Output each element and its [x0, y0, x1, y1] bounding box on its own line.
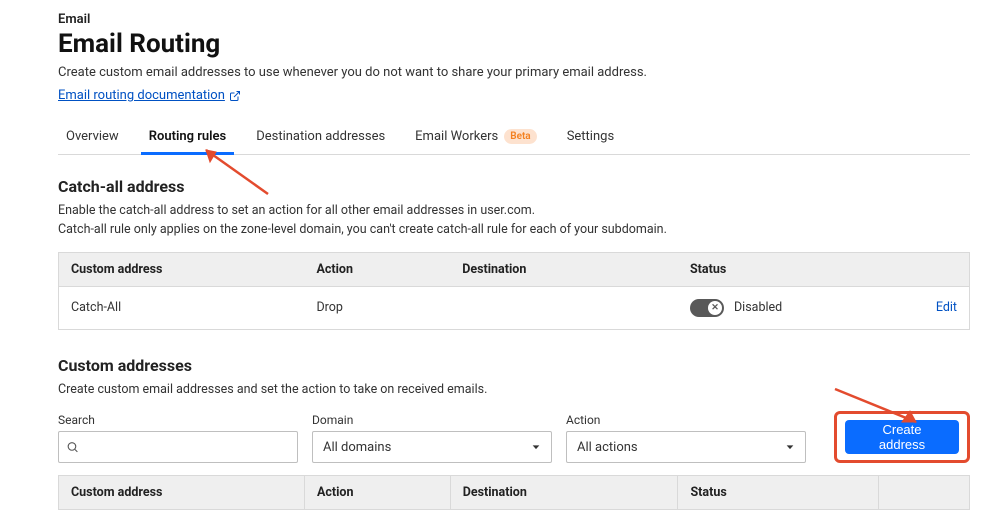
external-link-icon — [229, 90, 241, 102]
cell-destination — [450, 286, 678, 329]
create-highlight: Create address — [834, 411, 970, 463]
page-title: Email Routing — [58, 29, 970, 59]
catch-all-heading: Catch-all address — [58, 177, 970, 196]
doc-link-label: Email routing documentation — [58, 88, 225, 103]
breadcrumb: Email — [58, 12, 970, 27]
th-actions — [878, 252, 969, 286]
chevron-down-icon — [785, 442, 795, 452]
th-actions — [878, 476, 969, 510]
status-label: Disabled — [734, 300, 782, 315]
domain-select[interactable]: All domains — [312, 431, 552, 463]
cell-action: Drop — [304, 286, 450, 329]
search-input[interactable] — [58, 431, 298, 463]
close-icon: ✕ — [708, 301, 722, 315]
chevron-down-icon — [531, 442, 541, 452]
cell-address: Catch-All — [59, 286, 305, 329]
th-status: Status — [678, 476, 878, 510]
th-action: Action — [304, 476, 450, 510]
custom-addresses-table: Custom address Action Destination Status — [58, 475, 970, 510]
tab-email-workers[interactable]: Email Workers Beta — [413, 121, 539, 154]
tab-settings[interactable]: Settings — [565, 121, 616, 154]
search-label: Search — [58, 413, 298, 427]
create-address-button[interactable]: Create address — [845, 420, 959, 454]
catch-all-table: Custom address Action Destination Status… — [58, 252, 970, 330]
doc-link[interactable]: Email routing documentation — [58, 88, 241, 103]
tab-routing-rules[interactable]: Routing rules — [147, 121, 229, 154]
search-icon — [66, 441, 79, 454]
filter-bar: Search Domain All domains Action All act… — [58, 411, 970, 463]
beta-badge: Beta — [504, 129, 536, 144]
table-row: Catch-All Drop ✕ Disabled Edit — [59, 286, 970, 329]
catch-all-sub: Enable the catch-all address to set an a… — [58, 202, 970, 240]
th-action: Action — [304, 252, 450, 286]
th-destination: Destination — [450, 476, 678, 510]
action-label: Action — [566, 413, 806, 427]
cell-status: ✕ Disabled — [678, 286, 878, 329]
catch-all-toggle[interactable]: ✕ — [690, 299, 724, 317]
tab-overview[interactable]: Overview — [64, 121, 121, 154]
th-custom-address: Custom address — [59, 252, 305, 286]
custom-sub: Create custom email addresses and set th… — [58, 381, 970, 400]
page-description: Create custom email addresses to use whe… — [58, 65, 970, 80]
domain-label: Domain — [312, 413, 552, 427]
th-custom-address: Custom address — [59, 476, 305, 510]
custom-heading: Custom addresses — [58, 356, 970, 375]
th-status: Status — [678, 252, 878, 286]
action-select[interactable]: All actions — [566, 431, 806, 463]
tab-destination-addresses[interactable]: Destination addresses — [254, 121, 387, 154]
tab-bar: Overview Routing rules Destination addre… — [58, 121, 970, 155]
edit-link[interactable]: Edit — [936, 300, 957, 315]
th-destination: Destination — [450, 252, 678, 286]
